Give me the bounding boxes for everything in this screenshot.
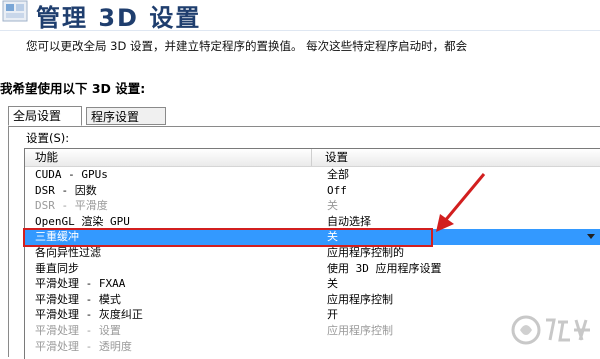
setting-value[interactable]: 使用 3D 应用程序设置 xyxy=(327,261,442,277)
table-row[interactable]: CUDA - GPUs 全部 xyxy=(25,167,600,183)
setting-feature-label: 平滑处理 - 透明度 xyxy=(35,339,132,353)
setting-feature-label: 各向异性过滤 xyxy=(35,245,101,259)
setting-value[interactable]: 关 xyxy=(327,198,338,214)
table-row[interactable]: DSR - 因数 Off xyxy=(25,183,600,199)
table-row[interactable]: 平滑处理 - 模式 应用程序控制 xyxy=(25,292,600,308)
setting-value[interactable]: 应用程序控制的 xyxy=(327,245,404,261)
table-row[interactable]: 垂直同步 使用 3D 应用程序设置 xyxy=(25,261,600,277)
annotation-arrow-icon xyxy=(436,173,486,232)
setting-feature-label: 平滑处理 - 灰度纠正 xyxy=(35,308,143,322)
section-heading: 我希望使用以下 3D 设置: xyxy=(0,81,146,96)
setting-feature-label: DSR - 平滑度 xyxy=(35,199,108,213)
table-row: DSR - 平滑度 关 xyxy=(25,198,600,214)
title-divider xyxy=(0,30,600,31)
setting-feature-label: 平滑处理 - FXAA xyxy=(35,277,126,291)
setting-value[interactable]: 应用程序控制 xyxy=(327,292,393,308)
tab-program-settings[interactable]: 程序设置 xyxy=(86,107,166,125)
table-header: 功能 设置 xyxy=(25,149,600,167)
setting-feature-label: 垂直同步 xyxy=(35,261,79,275)
settings-label: 设置(S): xyxy=(26,131,70,145)
setting-feature-label: CUDA - GPUs xyxy=(35,168,108,181)
watermark-logo-icon xyxy=(511,315,590,345)
column-divider[interactable] xyxy=(311,149,312,166)
highlight-box xyxy=(23,228,433,247)
tab-global-settings[interactable]: 全局设置 xyxy=(8,106,82,126)
setting-value[interactable]: 全部 xyxy=(327,167,349,183)
setting-feature-label: 平滑处理 - 模式 xyxy=(35,292,121,306)
setting-value[interactable]: 开 xyxy=(327,307,338,323)
setting-feature-label: 平滑处理 - 设置 xyxy=(35,323,121,337)
setting-value[interactable]: Off xyxy=(327,183,347,199)
column-header-feature[interactable]: 功能 xyxy=(35,150,58,165)
column-header-setting[interactable]: 设置 xyxy=(325,150,348,165)
setting-value[interactable]: 应用程序控制 xyxy=(327,323,393,339)
setting-feature-label: DSR - 因数 xyxy=(35,183,97,197)
page-title: 管理 3D 设置 xyxy=(36,4,202,32)
table-row[interactable]: 平滑处理 - FXAA 关 xyxy=(25,276,600,292)
table-row[interactable]: 各向异性过滤 应用程序控制的 xyxy=(25,245,600,261)
setting-value[interactable]: 关 xyxy=(327,276,338,292)
nvidia-3d-settings-icon xyxy=(2,0,28,22)
page-description: 您可以更改全局 3D 设置，并建立特定程序的置换值。 每次这些特定程序启动时，都… xyxy=(26,39,468,53)
chevron-down-icon[interactable] xyxy=(587,234,595,240)
